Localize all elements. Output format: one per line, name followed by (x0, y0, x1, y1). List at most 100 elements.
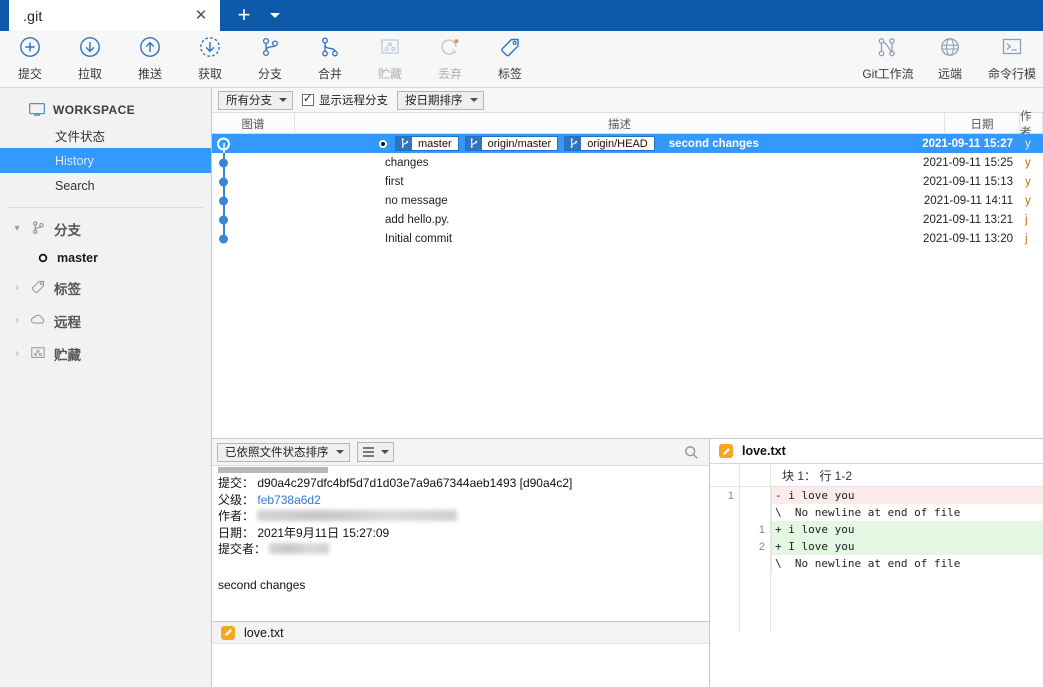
commit-date: 2021-09-11 15:25 (923, 156, 1013, 169)
toolbar-branch-button[interactable]: 分支 (240, 32, 300, 87)
sidebar-workspace-header[interactable]: WORKSPACE (0, 97, 211, 123)
sort-order-dropdown[interactable]: 按日期排序 (397, 90, 484, 110)
chevron-down-icon (335, 450, 344, 454)
sidebar-branch-master-label: master (57, 251, 98, 265)
table-row[interactable]: first 2021-09-11 15:13 y (212, 172, 1043, 191)
ref-badge-master-label: master (412, 137, 458, 150)
meta-label-author: 作者： (218, 509, 255, 523)
diff-line[interactable]: 1 - i love you (710, 487, 1043, 504)
search-icon[interactable] (684, 445, 699, 460)
commit-description-cell: no message (295, 191, 945, 210)
line-number-old (710, 504, 740, 521)
meta-row-date: 日期： 2021年9月11日 15:27:09 (218, 525, 709, 542)
column-header-author[interactable]: 作者 (1020, 111, 1043, 139)
diff-panel: love.txt 块 1： 行 1-2 1 - i love you \ No … (710, 438, 1043, 687)
ref-badge-origin-head[interactable]: origin/HEAD (564, 136, 655, 151)
list-item[interactable]: love.txt (212, 622, 709, 644)
toolbar-stash-button[interactable]: 贮藏 (360, 32, 420, 87)
new-tab-icon[interactable]: + (232, 3, 256, 27)
branch-icon (33, 220, 44, 234)
sidebar-item-file-status[interactable]: 文件状态 (0, 123, 211, 148)
sidebar-branch-master[interactable]: master (0, 245, 211, 271)
meta-row-author: 作者： (218, 508, 709, 525)
sidebar-group-branches[interactable]: ▾ 分支 (0, 212, 211, 245)
sidebar-item-search[interactable]: Search (0, 173, 211, 198)
commit-date: 2021-09-11 13:21 (923, 213, 1013, 226)
sidebar-item-history[interactable]: History (0, 148, 211, 173)
branch-icon (465, 137, 482, 150)
sidebar-group-branches-label: 分支 (54, 222, 81, 238)
diff-line[interactable]: \ No newline at end of file (710, 555, 1043, 572)
sidebar-group-stashes[interactable]: › 贮藏 (0, 337, 211, 370)
show-remote-branches-checkbox[interactable]: 显示远程分支 (302, 92, 388, 108)
toolbar-push-button[interactable]: 推送 (120, 32, 180, 87)
table-row[interactable]: no message 2021-09-11 14:11 y (212, 191, 1043, 210)
chevron-right-icon[interactable]: › (12, 348, 22, 359)
view-mode-button[interactable] (356, 442, 394, 462)
sidebar-item-file-status-label: 文件状态 (55, 130, 106, 144)
hunk-label: 块 1： 行 1-2 (782, 468, 853, 483)
chevron-right-icon[interactable]: › (12, 315, 22, 326)
sidebar-group-tags-label: 标签 (54, 281, 81, 297)
diff-line-text: \ No newline at end of file (771, 555, 1043, 572)
graph-node (219, 158, 228, 167)
sidebar-divider (8, 207, 203, 208)
graph-node (219, 234, 228, 243)
meta-value-parent-hash[interactable]: feb738a6d2 (257, 493, 320, 507)
cloud-icon (30, 314, 45, 324)
toolbar-tag-button[interactable]: 标签 (480, 32, 540, 87)
chevron-right-icon[interactable]: › (12, 282, 22, 293)
diff-line[interactable]: 1 + i love you (710, 521, 1043, 538)
close-icon[interactable]: ✕ (192, 6, 210, 24)
commit-author: j (1025, 213, 1028, 226)
diff-line[interactable]: \ No newline at end of file (710, 504, 1043, 521)
branch-filter-dropdown[interactable]: 所有分支 (218, 90, 293, 110)
toolbar-gitflow-label: Git工作流 (862, 67, 914, 81)
commit-message: second changes (668, 137, 759, 150)
meta-label-date: 日期： (218, 525, 255, 540)
repo-tab[interactable]: .git ✕ (9, 0, 220, 31)
ref-badge-origin-head-label: origin/HEAD (581, 137, 654, 150)
file-name: love.txt (244, 625, 284, 640)
column-header-date[interactable]: 日期 (945, 113, 1020, 134)
toolbar-merge-label: 合并 (317, 67, 342, 81)
toolbar-remote-button[interactable]: 远端 (919, 32, 981, 87)
toolbar-pull-button[interactable]: 拉取 (60, 32, 120, 87)
meta-label-commit: 提交： (218, 476, 255, 490)
file-sort-dropdown[interactable]: 已依照文件状态排序 (217, 442, 350, 462)
table-row[interactable]: Initial commit 2021-09-11 13:20 j (212, 229, 1043, 248)
toolbar-gitflow-button[interactable]: Git工作流 (857, 32, 919, 87)
diff-line-text: \ No newline at end of file (771, 504, 1043, 521)
sidebar-group-remotes[interactable]: › 远程 (0, 304, 211, 337)
diff-line[interactable]: 2 + I love you (710, 538, 1043, 555)
table-row[interactable]: changes 2021-09-11 15:25 y (212, 153, 1043, 172)
ref-badge-origin-master[interactable]: origin/master (464, 136, 559, 151)
meta-value-author-redacted (257, 510, 458, 521)
chevron-down-icon[interactable]: ▾ (12, 223, 22, 234)
sidebar-workspace-label: WORKSPACE (53, 103, 136, 117)
table-row[interactable]: master origin/master origin/HEAD second … (212, 134, 1043, 153)
hunk-gutter-new (740, 464, 771, 486)
column-header-description[interactable]: 描述 (295, 113, 945, 134)
horizontal-scrollbar[interactable] (218, 467, 328, 473)
toolbar-commit-button[interactable]: 提交 (0, 32, 60, 87)
toolbar-terminal-button[interactable]: 命令行模 (981, 32, 1043, 87)
toolbar-fetch-button[interactable]: 获取 (180, 32, 240, 87)
diff-file-name: love.txt (742, 444, 786, 458)
terminal-icon (1002, 38, 1022, 55)
sidebar-group-tags[interactable]: › 标签 (0, 271, 211, 304)
meta-row-committer: 提交者： (218, 541, 709, 558)
file-sort-value: 已依照文件状态排序 (225, 447, 329, 459)
merge-icon (322, 37, 338, 57)
chevron-down-icon (380, 450, 389, 454)
table-row[interactable]: add hello.py. 2021-09-11 13:21 j (212, 210, 1043, 229)
line-number-new (740, 555, 771, 572)
ref-badge-master[interactable]: master (395, 136, 459, 151)
repo-tab-label: .git (23, 7, 43, 24)
meta-row-commit: 提交： d90a4c297dfc4bf5d7d1d03e7a9a67344aeb… (218, 475, 709, 492)
column-header-graph[interactable]: 图谱 (212, 113, 295, 134)
toolbar-discard-button[interactable]: 丢弃 (420, 32, 480, 87)
chevron-down-icon[interactable] (264, 3, 286, 27)
toolbar-merge-button[interactable]: 合并 (300, 32, 360, 87)
commit-description-cell: changes (295, 153, 945, 172)
